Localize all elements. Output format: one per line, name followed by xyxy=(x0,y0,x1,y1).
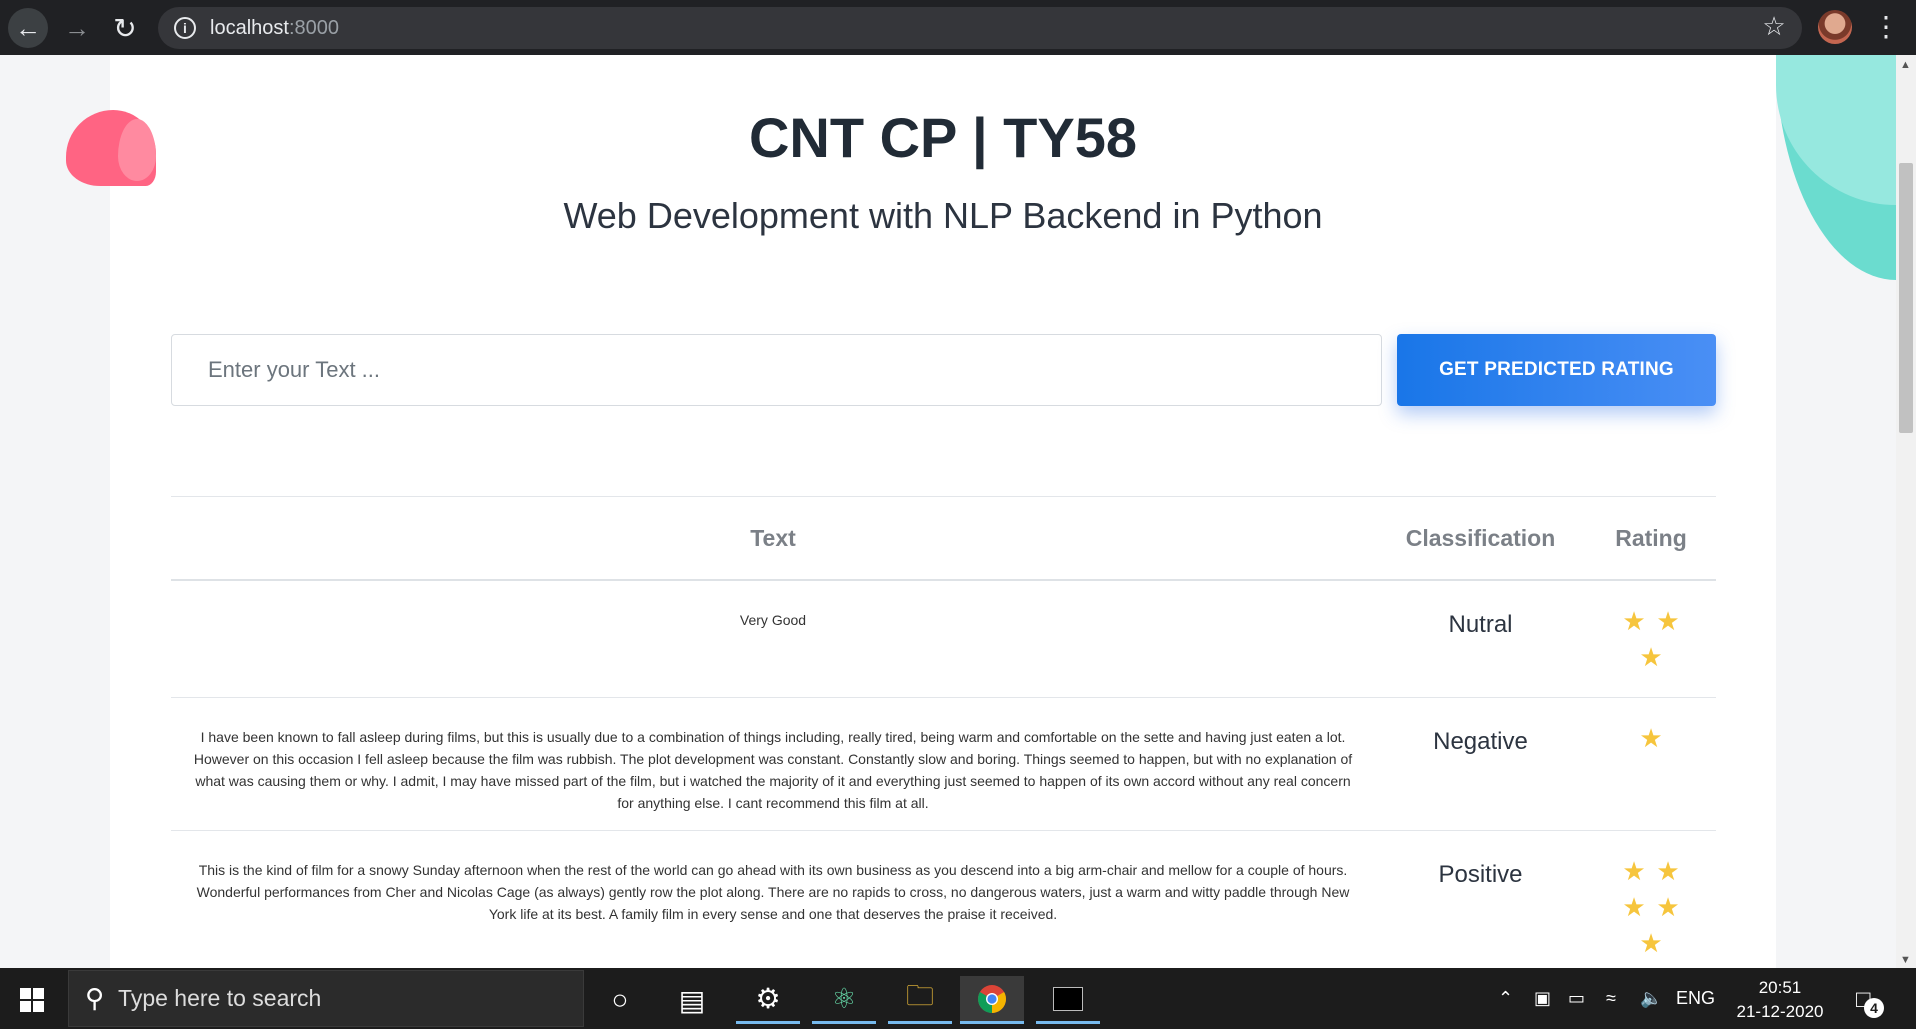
star-rating: ★ ★ ★ xyxy=(1616,607,1686,671)
header-rating: Rating xyxy=(1615,524,1687,551)
search-icon: ⚲ xyxy=(85,983,105,1013)
bookmark-star-icon[interactable]: ☆ xyxy=(1760,12,1788,40)
row-text: This is the kind of film for a snowy Sun… xyxy=(196,862,1350,922)
table-row: I have been known to fall asleep during … xyxy=(171,698,1716,831)
page-subtitle: Web Development with NLP Backend in Pyth… xyxy=(563,195,1323,236)
star-rating: ★ ★ ★ ★ ★ xyxy=(1616,857,1686,957)
clock-date: 21-12-2020 xyxy=(1736,1002,1824,1021)
table-header: Text Classification Rating xyxy=(171,497,1716,581)
command-prompt-icon[interactable] xyxy=(1036,976,1100,1024)
cortana-icon[interactable]: ○ xyxy=(588,976,652,1024)
taskbar-search-box[interactable]: ⚲ Type here to search xyxy=(68,970,584,1027)
chrome-browser-icon[interactable] xyxy=(960,976,1024,1024)
page-background: CNT CP | TY58 Web Development with NLP B… xyxy=(0,55,1896,968)
camera-icon[interactable]: ▣ xyxy=(1534,988,1551,1009)
volume-icon[interactable]: 🔈 xyxy=(1640,988,1662,1009)
page-title: CNT CP | TY58 xyxy=(748,106,1138,169)
windows-taskbar: ⚲ Type here to search ○ ▤ ⚙ ⚛ 🗀 ⌃ ▣ ▭ ≈ … xyxy=(0,968,1916,1029)
row-classification: Negative xyxy=(1433,728,1528,755)
row-text: Very Good xyxy=(739,612,807,628)
taskbar-search-placeholder: Type here to search xyxy=(118,985,322,1011)
star-icon: ★ xyxy=(1656,856,1680,886)
star-rating: ★ xyxy=(1616,724,1686,752)
notification-count-badge: 4 xyxy=(1864,998,1884,1018)
clock-time: 20:51 xyxy=(1758,978,1802,997)
row-classification: Nutral xyxy=(1448,611,1513,638)
star-icon: ★ xyxy=(1639,723,1663,753)
page-scrollbar[interactable]: ▲ ▼ xyxy=(1896,55,1916,968)
task-view-icon[interactable]: ▤ xyxy=(660,976,724,1024)
settings-gear-icon[interactable]: ⚙ xyxy=(736,976,800,1024)
browser-menu-icon[interactable]: ⋮ xyxy=(1872,10,1900,44)
row-rating: ★ ★ ★ ★ ★ xyxy=(1586,831,1716,968)
star-icon: ★ xyxy=(1622,606,1646,636)
row-classification: Positive xyxy=(1438,861,1523,888)
header-classification: Classification xyxy=(1405,524,1556,551)
atom-editor-icon[interactable]: ⚛ xyxy=(812,976,876,1024)
language-indicator[interactable]: ENG xyxy=(1676,988,1715,1009)
star-icon: ★ xyxy=(1622,892,1646,922)
table-row: This is the kind of film for a snowy Sun… xyxy=(171,831,1716,968)
text-input[interactable] xyxy=(171,334,1382,406)
star-icon: ★ xyxy=(1622,856,1646,886)
reload-button[interactable]: ↻ xyxy=(105,8,145,48)
get-predicted-rating-button[interactable]: GET PREDICTED RATING xyxy=(1397,334,1716,406)
scrollbar-thumb[interactable] xyxy=(1899,163,1913,433)
star-icon: ★ xyxy=(1639,642,1663,672)
teal-blob-highlight xyxy=(1776,55,1896,205)
address-bar[interactable]: i localhost:8000 ☆ xyxy=(158,7,1802,49)
row-rating: ★ xyxy=(1586,698,1716,830)
results-table: Text Classification Rating Very Good Nut… xyxy=(171,496,1716,968)
row-text: I have been known to fall asleep during … xyxy=(193,729,1353,811)
battery-icon[interactable]: ▭ xyxy=(1568,988,1585,1009)
star-icon: ★ xyxy=(1656,892,1680,922)
chrome-logo-icon xyxy=(978,984,1006,1013)
scroll-down-arrow-icon[interactable]: ▼ xyxy=(1900,954,1911,966)
back-button[interactable]: ← xyxy=(8,8,48,48)
system-clock[interactable]: 20:51 21-12-2020 xyxy=(1720,976,1840,1024)
info-icon[interactable]: i xyxy=(174,17,196,39)
table-row: Very Good Nutral ★ ★ ★ xyxy=(171,581,1716,698)
scroll-up-arrow-icon[interactable]: ▲ xyxy=(1900,59,1911,71)
row-rating: ★ ★ ★ xyxy=(1586,581,1716,697)
profile-avatar[interactable] xyxy=(1818,10,1852,44)
browser-toolbar: ← → ↻ i localhost:8000 ☆ ⋮ xyxy=(0,0,1916,55)
windows-start-icon[interactable] xyxy=(20,988,44,1012)
star-icon: ★ xyxy=(1656,606,1680,636)
forward-button[interactable]: → xyxy=(57,8,97,48)
file-explorer-icon[interactable]: 🗀 xyxy=(888,976,952,1024)
url-text: localhost:8000 xyxy=(210,16,339,39)
star-icon: ★ xyxy=(1639,928,1663,958)
header-text: Text xyxy=(750,524,796,551)
show-hidden-icons-chevron-icon[interactable]: ⌃ xyxy=(1498,988,1513,1009)
wifi-icon[interactable]: ≈ xyxy=(1606,988,1616,1009)
